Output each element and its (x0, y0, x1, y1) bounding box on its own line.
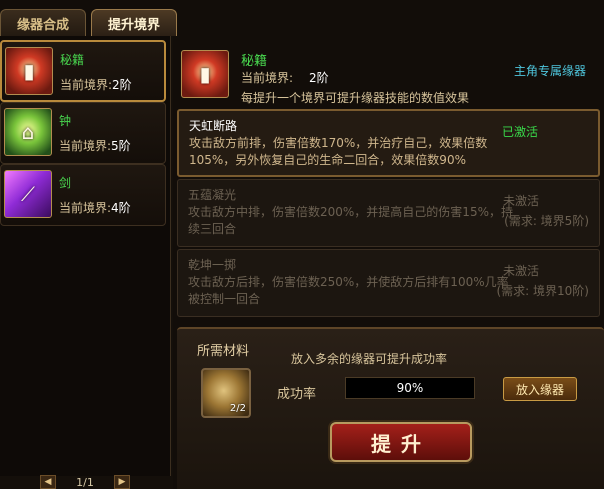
sword-icon: ⟋ (4, 170, 52, 218)
artifact-name: 秘籍 (60, 53, 85, 67)
tab-raise-realm[interactable]: 提升境界 (91, 9, 177, 36)
pager: ◀ 1/1 ▶ (40, 475, 130, 489)
materials-hint: 放入多余的缘器可提升成功率 (291, 352, 448, 366)
material-slot[interactable]: 2/2 (201, 368, 251, 418)
artifact-list: ▮ 秘籍 当前境界:2阶 ⌂ 钟 当前境界:5阶 ⟋ 剑 当前境界:4阶 (0, 36, 171, 476)
artifact-level: 当前境界:2阶 (60, 78, 132, 92)
artifact-item-book[interactable]: ▮ 秘籍 当前境界:2阶 (0, 40, 166, 102)
success-rate-label: 成功率 (277, 387, 317, 402)
exclusive-tag: 主角专属缘器 (513, 64, 586, 78)
skill-name: 五蕴凝光 (188, 188, 237, 202)
artifact-name: 剑 (59, 176, 72, 190)
book-icon: ▮ (5, 47, 53, 95)
skill-status: 未激活 (502, 194, 539, 208)
skill-requirement: (需求: 境界5阶) (504, 214, 589, 228)
tab-artifact-synthesis[interactable]: 缘器合成 (0, 9, 86, 36)
artifact-item-sword[interactable]: ⟋ 剑 当前境界:4阶 (0, 164, 166, 226)
skill-requirement: (需求: 境界10阶) (496, 284, 590, 298)
skill-description: 攻击敌方后排，伤害倍数250%，并使敌方后排有100%几率被控制一回合 (188, 275, 509, 306)
skill-card: 天虹断路 攻击敌方前排，伤害倍数170%，并治疗自己，效果倍数105%，另外恢复… (177, 109, 600, 177)
skill-status: 未激活 (502, 264, 539, 278)
next-page-button[interactable]: ▶ (113, 475, 130, 489)
material-count: 2/2 (229, 403, 246, 414)
artifact-level: 当前境界:5阶 (59, 139, 131, 153)
detail-header: ▮ 秘籍 当前境界: 2阶 每提升一个境界可提升缘器技能的数值效果 主角专属缘器 (173, 36, 604, 108)
materials-section: 所需材料 放入多余的缘器可提升成功率 2/2 成功率 90% 放入缘器 提升 (177, 327, 604, 489)
detail-level: 当前境界: 2阶 (241, 71, 329, 85)
put-artifact-button[interactable]: 放入缘器 (503, 377, 577, 401)
materials-title: 所需材料 (197, 344, 250, 359)
artifact-name: 钟 (59, 114, 72, 128)
artifact-level: 当前境界:4阶 (59, 201, 131, 215)
detail-description: 每提升一个境界可提升缘器技能的数值效果 (241, 91, 470, 105)
prev-page-button[interactable]: ◀ (40, 475, 56, 489)
detail-name: 秘籍 (241, 54, 268, 69)
skill-description: 攻击敌方前排，伤害倍数170%，并治疗自己，效果倍数105%，另外恢复自己的生命… (189, 136, 488, 167)
bell-icon: ⌂ (4, 108, 52, 156)
page-indicator: 1/1 (76, 475, 94, 489)
book-icon: ▮ (181, 50, 229, 98)
tab-bar: 缘器合成 提升境界 (0, 0, 604, 36)
skill-card: 五蕴凝光 攻击敌方中排，伤害倍数200%，并提高自己的伤害15%，持续三回合 未… (177, 179, 600, 247)
skill-status: 已激活 (501, 125, 538, 139)
skill-description: 攻击敌方中排，伤害倍数200%，并提高自己的伤害15%，持续三回合 (188, 205, 513, 236)
success-rate-value: 90% (345, 377, 475, 399)
upgrade-button[interactable]: 提升 (330, 422, 472, 462)
skill-name: 天虹断路 (189, 119, 238, 133)
skill-name: 乾坤一掷 (188, 258, 237, 272)
artifact-item-bell[interactable]: ⌂ 钟 当前境界:5阶 (0, 102, 166, 164)
detail-panel: ▮ 秘籍 当前境界: 2阶 每提升一个境界可提升缘器技能的数值效果 主角专属缘器 … (173, 36, 604, 489)
skill-card: 乾坤一掷 攻击敌方后排，伤害倍数250%，并使敌方后排有100%几率被控制一回合… (177, 249, 600, 317)
